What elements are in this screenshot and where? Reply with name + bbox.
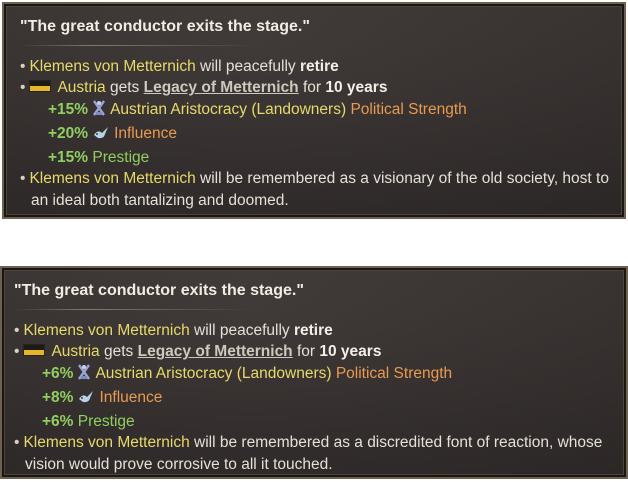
effect-prestige: +6% Prestige: [42, 413, 135, 431]
effect-prestige: +15% Prestige: [48, 149, 150, 167]
remembered-line: • Klemens von Metternich will be remember…: [20, 170, 609, 209]
title-divider: [14, 309, 254, 310]
dove-icon: [77, 389, 95, 411]
interest-group-name[interactable]: Austrian Aristocracy (Landowners): [110, 101, 346, 118]
austria-flag-icon[interactable]: [23, 344, 46, 357]
country-name[interactable]: Austria: [51, 343, 99, 360]
event-tooltip-1: "The great conductor exits the stage." •…: [2, 2, 626, 219]
aristocracy-icon: [92, 99, 106, 123]
tooltip-title: "The great conductor exits the stage.": [20, 18, 310, 35]
austria-flag-icon[interactable]: [29, 80, 52, 93]
person-name[interactable]: Klemens von Metternich: [23, 322, 189, 339]
effect-political-strength: +6% Austrian Aristocracy (Landowners) Pol…: [14, 363, 616, 387]
retire-line: • Klemens von Metternich will peacefully …: [14, 322, 333, 339]
legacy-modifier-link[interactable]: Legacy of Metternich: [144, 79, 299, 96]
title-divider: [20, 45, 260, 46]
interest-group-name[interactable]: Austrian Aristocracy (Landowners): [95, 365, 331, 382]
person-name[interactable]: Klemens von Metternich: [29, 170, 195, 187]
effect-influence: +8% Influence: [14, 387, 616, 411]
effect-influence: +20% Influence: [20, 123, 614, 147]
effect-political-strength: +15% Austrian Aristocracy (Landowners) Po…: [20, 99, 614, 123]
legacy-line: • Austria gets Legacy of Metternich for 1…: [20, 79, 388, 97]
remembered-line: • Klemens von Metternich will be remember…: [14, 434, 603, 473]
legacy-line: • Austria gets Legacy of Metternich for 1…: [14, 343, 382, 361]
person-name[interactable]: Klemens von Metternich: [23, 434, 189, 451]
aristocracy-icon: [77, 363, 91, 387]
event-tooltip-2: "The great conductor exits the stage." •…: [0, 266, 628, 479]
country-name[interactable]: Austria: [57, 79, 105, 96]
tooltip-title: "The great conductor exits the stage.": [14, 282, 304, 299]
person-name[interactable]: Klemens von Metternich: [29, 58, 195, 75]
legacy-modifier-link[interactable]: Legacy of Metternich: [138, 343, 293, 360]
dove-icon: [92, 125, 110, 147]
retire-line: • Klemens von Metternich will peacefully …: [20, 58, 339, 75]
